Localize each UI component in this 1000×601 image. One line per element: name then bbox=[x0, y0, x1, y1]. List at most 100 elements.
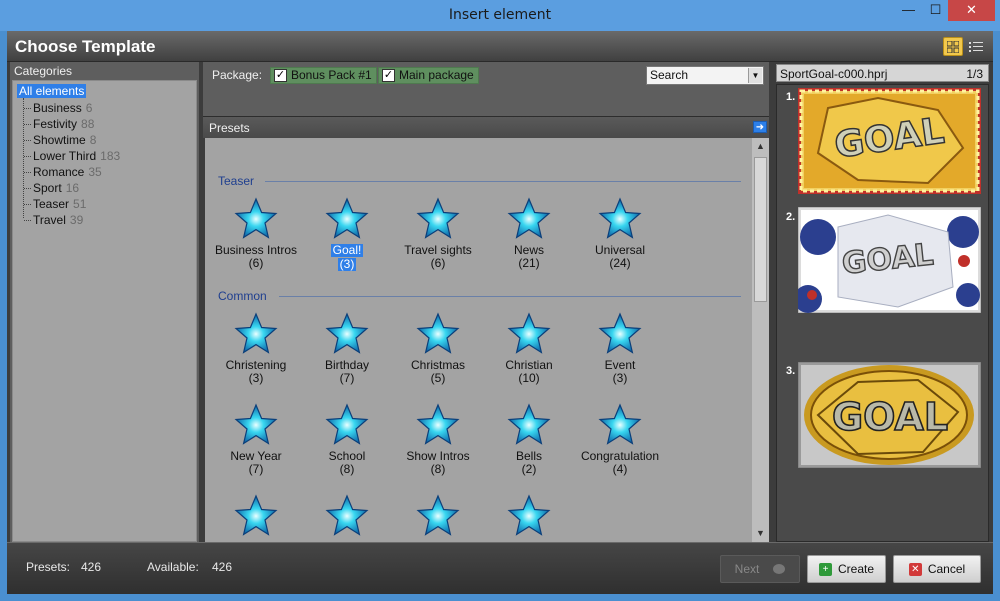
expand-arrow-icon[interactable]: ➜ bbox=[753, 121, 767, 133]
search-dropdown[interactable]: Search ▼ bbox=[646, 66, 764, 85]
next-button-label: Next bbox=[734, 562, 760, 576]
group-divider bbox=[265, 181, 741, 182]
preset-tile[interactable]: Christening (3) bbox=[211, 312, 301, 385]
tree-guide-line bbox=[23, 98, 24, 218]
preset-tile[interactable]: Airport Info(2) bbox=[393, 494, 483, 542]
create-button[interactable]: + Create bbox=[807, 555, 886, 583]
tree-item-category[interactable]: Lower Third 183 bbox=[33, 148, 120, 164]
next-arrow-icon bbox=[773, 564, 786, 574]
tree-item-category[interactable]: Sport 16 bbox=[33, 180, 79, 196]
scroll-down-icon[interactable]: ▼ bbox=[752, 525, 769, 542]
minimize-button[interactable]: — bbox=[895, 0, 922, 21]
preset-tile[interactable]: Christian (10) bbox=[484, 312, 574, 385]
chevron-down-icon[interactable]: ▼ bbox=[748, 68, 762, 83]
star-icon bbox=[325, 197, 369, 239]
package-bar: Package: ✓ Bonus Pack #1 ✓ Main package … bbox=[203, 62, 769, 116]
category-count: 39 bbox=[69, 213, 84, 227]
scroll-up-icon[interactable]: ▲ bbox=[752, 138, 769, 155]
preset-tile[interactable]: Congratulation (4) bbox=[575, 403, 665, 476]
preview-page-indicator: 1/3 bbox=[966, 67, 983, 81]
tree-guide-tick bbox=[24, 124, 31, 125]
categories-heading: Categories bbox=[14, 64, 73, 78]
star-icon bbox=[234, 494, 278, 536]
preset-tile[interactable]: Birthday (7) bbox=[302, 312, 392, 385]
tree-guide-tick bbox=[24, 108, 31, 109]
tree-guide-tick bbox=[24, 156, 31, 157]
maximize-button[interactable]: ☐ bbox=[922, 0, 949, 21]
next-button[interactable]: Next bbox=[720, 555, 800, 583]
category-label: Showtime bbox=[33, 133, 86, 147]
star-icon bbox=[507, 494, 551, 536]
star-icon bbox=[507, 197, 551, 239]
preset-tile[interactable]: Event (3) bbox=[575, 312, 665, 385]
preset-tile[interactable]: Bells (2) bbox=[484, 403, 574, 476]
preview-filename: SportGoal-c000.hprj bbox=[780, 67, 888, 81]
star-icon bbox=[507, 312, 551, 354]
preset-tile-count: (8) bbox=[339, 462, 355, 476]
preset-tile[interactable]: Romantic(10) bbox=[302, 494, 392, 542]
preset-tile[interactable]: New Year (7) bbox=[211, 403, 301, 476]
categories-panel: Categories All elements Business 6 Festivi… bbox=[10, 62, 199, 542]
category-label: Teaser bbox=[33, 197, 70, 211]
available-count-label: Available: bbox=[147, 560, 199, 574]
presets-count-value: 426 bbox=[81, 560, 102, 574]
preset-tile[interactable]: Universal (24) bbox=[575, 197, 665, 270]
preview-number: 1. bbox=[786, 91, 796, 103]
scrollbar-thumb[interactable] bbox=[754, 157, 767, 302]
tree-item-category[interactable]: Teaser 51 bbox=[33, 196, 86, 212]
category-label: Romance bbox=[33, 165, 85, 179]
preset-tile[interactable]: News (21) bbox=[484, 197, 574, 270]
preset-tile[interactable]: Goal! (3) bbox=[302, 197, 392, 271]
tree-guide-tick bbox=[24, 220, 31, 221]
star-icon bbox=[416, 494, 460, 536]
preview-thumbnail-2[interactable]: GOAL bbox=[794, 206, 982, 314]
preset-tile[interactable]: School (8) bbox=[302, 403, 392, 476]
preview-thumbnail-3[interactable]: GOAL bbox=[797, 361, 982, 469]
category-count: 16 bbox=[65, 181, 80, 195]
preset-tile[interactable]: Heart(8) bbox=[211, 494, 301, 542]
category-label: Business bbox=[33, 101, 82, 115]
preset-tile[interactable]: Holiday(10) bbox=[484, 494, 574, 542]
preview-thumbnail-1[interactable]: GOAL bbox=[798, 88, 981, 194]
preset-tile-count: (8) bbox=[430, 462, 446, 476]
star-icon bbox=[507, 403, 551, 445]
tree-item-category[interactable]: Showtime 8 bbox=[33, 132, 96, 148]
cancel-button[interactable]: ✕ Cancel bbox=[893, 555, 981, 583]
group-divider bbox=[279, 296, 741, 297]
preset-tile-count: (2) bbox=[521, 462, 537, 476]
tree-item-category[interactable]: Romance 35 bbox=[33, 164, 102, 180]
tree-guide-tick bbox=[24, 140, 31, 141]
create-icon: + bbox=[818, 562, 832, 576]
preset-tile-name: Goal! bbox=[330, 243, 364, 257]
package-main-checkbox[interactable]: ✓ Main package bbox=[378, 67, 479, 84]
category-count: 8 bbox=[89, 133, 97, 147]
preset-tile[interactable]: Travel sights (6) bbox=[393, 197, 483, 270]
star-icon bbox=[416, 197, 460, 239]
close-button[interactable]: ✕ bbox=[948, 0, 995, 21]
preset-tile[interactable]: Business Intros (6) bbox=[211, 197, 301, 270]
tree-item-category[interactable]: Travel 39 bbox=[33, 212, 83, 228]
window-title: Insert element bbox=[448, 7, 552, 23]
star-icon bbox=[416, 312, 460, 354]
tree-item-category[interactable]: Festivity 88 bbox=[33, 116, 94, 132]
package-bonus-pack-checkbox[interactable]: ✓ Bonus Pack #1 bbox=[270, 67, 377, 84]
footer-bar: Presets: 426 Available: 426 Next + Creat… bbox=[7, 542, 993, 594]
presets-scrollbar[interactable]: ▲ ▼ bbox=[752, 138, 769, 542]
tree-item-all-elements[interactable]: All elements bbox=[17, 84, 87, 98]
list-view-button[interactable] bbox=[966, 37, 986, 56]
preset-tile[interactable]: Show Intros (8) bbox=[393, 403, 483, 476]
category-count: 35 bbox=[88, 165, 102, 179]
preset-group-label: Teaser bbox=[218, 174, 255, 188]
search-value: Search bbox=[650, 68, 689, 82]
category-count: 6 bbox=[85, 101, 93, 115]
category-label: Lower Third bbox=[33, 149, 97, 163]
grid-view-button[interactable] bbox=[943, 37, 963, 56]
tree-item-category[interactable]: Business 6 bbox=[33, 100, 92, 116]
package-label: Package: bbox=[212, 68, 263, 82]
preset-tile-count: (3) bbox=[337, 257, 357, 271]
star-icon bbox=[234, 312, 278, 354]
preset-tile[interactable]: Christmas (5) bbox=[393, 312, 483, 385]
preset-tile-count: (7) bbox=[248, 462, 264, 476]
preset-tile-count: (3) bbox=[248, 371, 264, 385]
grid-icon bbox=[947, 40, 959, 53]
